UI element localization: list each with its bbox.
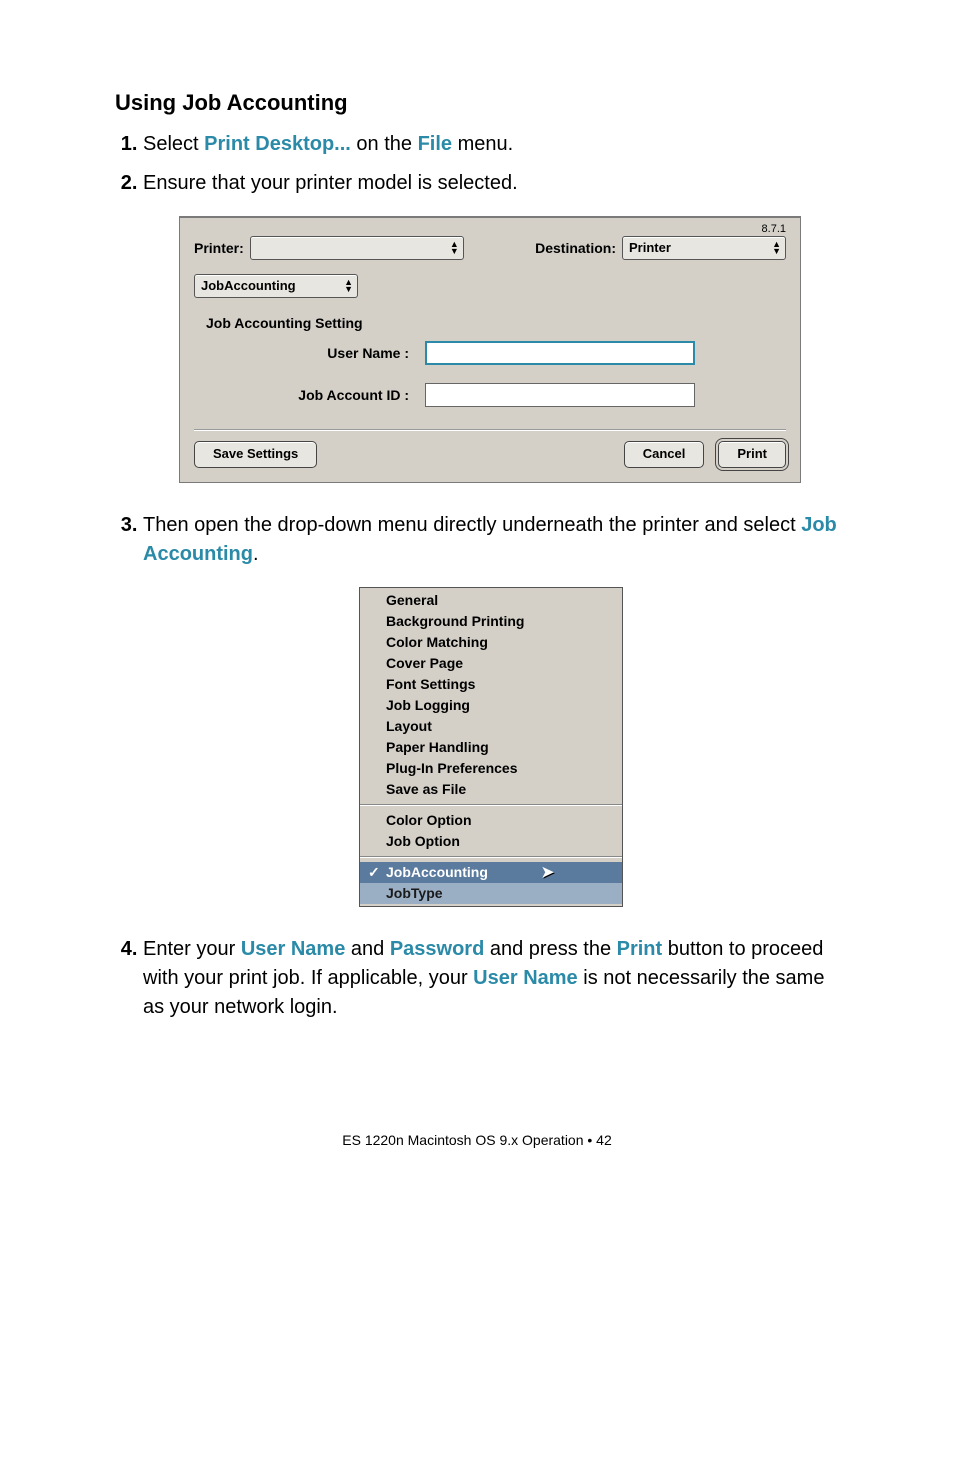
s4-m2: and press the: [484, 938, 616, 960]
s3-pre: Then open the drop-down menu directly un…: [143, 514, 801, 536]
cursor-icon: ➤: [541, 863, 554, 882]
menu-item-label: JobAccounting: [386, 864, 488, 880]
menu-item-job-option[interactable]: Job Option: [360, 831, 622, 852]
divider: [194, 429, 786, 431]
jobid-input[interactable]: [425, 383, 695, 407]
s1-mid: on the: [351, 133, 418, 155]
section-heading: Using Job Accounting: [115, 90, 839, 116]
menu-item-general[interactable]: General: [360, 590, 622, 611]
step-4: Enter your User Name and Password and pr…: [143, 935, 839, 1022]
menu-item-job-logging[interactable]: Job Logging: [360, 695, 622, 716]
menu-item-background-printing[interactable]: Background Printing: [360, 611, 622, 632]
s1-link1: Print Desktop...: [204, 133, 351, 155]
menu-separator: [360, 804, 622, 806]
pane-dropdown-menu: General Background Printing Color Matchi…: [359, 587, 623, 907]
menu-separator: [360, 856, 622, 858]
step-1: Select Print Desktop... on the File menu…: [143, 130, 839, 159]
cancel-button[interactable]: Cancel: [624, 441, 705, 468]
print-button[interactable]: Print: [718, 441, 786, 468]
destination-select[interactable]: Printer ▲▼: [622, 236, 786, 260]
s1-post: menu.: [452, 133, 513, 155]
s3-post: .: [253, 543, 259, 565]
s4-l1: User Name: [241, 938, 346, 960]
menu-item-layout[interactable]: Layout: [360, 716, 622, 737]
menu-section-c: JobAccounting ➤ JobType: [360, 860, 622, 906]
updown-icon: ▲▼: [344, 279, 353, 293]
menu-section-a: General Background Printing Color Matchi…: [360, 588, 622, 802]
s4-m1: and: [345, 938, 389, 960]
pane-value: JobAccounting: [201, 277, 296, 296]
s1-link2: File: [418, 133, 452, 155]
destination-label: Destination:: [535, 238, 616, 258]
s4-pre: Enter your: [143, 938, 241, 960]
updown-icon: ▲▼: [772, 241, 781, 255]
updown-icon: ▲▼: [450, 241, 459, 255]
printer-select[interactable]: ▲▼: [250, 236, 464, 260]
s4-l4: User Name: [473, 967, 578, 989]
destination-value: Printer: [629, 239, 671, 258]
page-footer: ES 1220n Macintosh OS 9.x Operation • 42: [115, 1132, 839, 1148]
menu-item-color-option[interactable]: Color Option: [360, 810, 622, 831]
save-settings-button[interactable]: Save Settings: [194, 441, 317, 468]
menu-item-plugin-preferences[interactable]: Plug-In Preferences: [360, 758, 622, 779]
menu-section-b: Color Option Job Option: [360, 808, 622, 854]
group-label: Job Accounting Setting: [206, 313, 786, 333]
username-input[interactable]: [425, 341, 695, 365]
pane-select[interactable]: JobAccounting ▲▼: [194, 274, 358, 298]
s1-pre: Select: [143, 133, 204, 155]
menu-item-color-matching[interactable]: Color Matching: [360, 632, 622, 653]
step-3: Then open the drop-down menu directly un…: [143, 511, 839, 907]
menu-item-paper-handling[interactable]: Paper Handling: [360, 737, 622, 758]
jobid-label: Job Account ID :: [194, 385, 425, 405]
menu-item-font-settings[interactable]: Font Settings: [360, 674, 622, 695]
menu-item-cover-page[interactable]: Cover Page: [360, 653, 622, 674]
s4-l3: Print: [617, 938, 663, 960]
menu-item-jobtype[interactable]: JobType: [360, 883, 622, 904]
s4-l2: Password: [390, 938, 484, 960]
printer-label: Printer:: [194, 238, 244, 258]
username-label: User Name :: [194, 343, 425, 363]
s2-text: Ensure that your printer model is select…: [143, 172, 518, 194]
menu-item-jobaccounting[interactable]: JobAccounting ➤: [360, 862, 622, 883]
menu-item-save-as-file[interactable]: Save as File: [360, 779, 622, 800]
step-2: Ensure that your printer model is select…: [143, 169, 839, 483]
print-dialog: 8.7.1 Printer: ▲▼ Destination: Printer ▲…: [179, 216, 801, 483]
